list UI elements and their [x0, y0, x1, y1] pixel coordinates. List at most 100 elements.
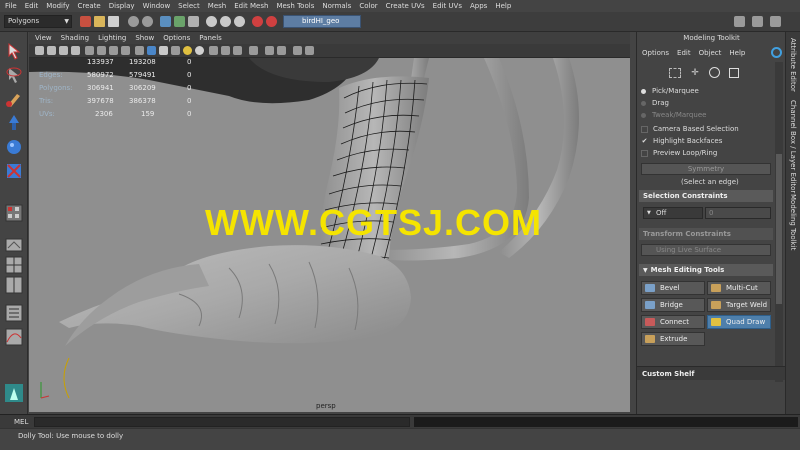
- menu-help[interactable]: Help: [495, 2, 511, 10]
- pick-marquee-option[interactable]: Pick/Marquee: [641, 87, 699, 95]
- xray-icon[interactable]: [265, 46, 274, 55]
- scale-component-icon[interactable]: [729, 68, 739, 78]
- tab-channel-box[interactable]: Channel Box / Layer Editor: [789, 100, 797, 193]
- menu-edit-uvs[interactable]: Edit UVs: [433, 2, 462, 10]
- move-component-icon[interactable]: ✛: [689, 68, 701, 78]
- new-scene-icon[interactable]: [80, 16, 91, 27]
- toolkit-menu-object[interactable]: Object: [699, 49, 722, 57]
- move-tool-icon[interactable]: [5, 114, 23, 132]
- ambient-occlusion-icon[interactable]: [209, 46, 218, 55]
- menu-select[interactable]: Select: [178, 2, 200, 10]
- bridge-tool-button[interactable]: Bridge: [641, 298, 705, 312]
- ipr-render-icon[interactable]: [266, 16, 277, 27]
- snap-point-icon[interactable]: [234, 16, 245, 27]
- toolkit-menu-edit[interactable]: Edit: [677, 49, 691, 57]
- smooth-shade-icon[interactable]: [147, 46, 156, 55]
- color-management-icon[interactable]: [305, 46, 314, 55]
- four-view-icon[interactable]: [5, 256, 23, 274]
- toolkit-scrollbar-thumb[interactable]: [776, 154, 782, 304]
- viewport-menu-options[interactable]: Options: [163, 34, 190, 42]
- tab-modeling-toolkit[interactable]: Modeling Toolkit: [789, 194, 797, 250]
- toggle-panel-icon[interactable]: [752, 16, 763, 27]
- custom-shelf-header[interactable]: Custom Shelf: [637, 366, 786, 380]
- outliner-view-icon[interactable]: [5, 304, 23, 322]
- textured-icon[interactable]: [171, 46, 180, 55]
- menu-edit[interactable]: Edit: [25, 2, 39, 10]
- symmetry-button[interactable]: Symmetry: [641, 163, 771, 175]
- selection-constraint-dropdown[interactable]: ▼ Off: [643, 207, 703, 219]
- mel-command-input[interactable]: [34, 417, 410, 427]
- extrude-tool-button[interactable]: Extrude: [641, 332, 705, 346]
- redo-icon[interactable]: [142, 16, 153, 27]
- multi-cut-tool-button[interactable]: Multi-Cut: [707, 281, 771, 295]
- connect-tool-button[interactable]: Connect: [641, 315, 705, 329]
- menu-mesh[interactable]: Mesh: [208, 2, 226, 10]
- mesh-editing-tools-header[interactable]: ▼ Mesh Editing Tools: [639, 264, 773, 276]
- perspective-viewport[interactable]: 133937 193208 0 Edges: 580972 579491 0 P…: [29, 58, 630, 412]
- select-object-icon[interactable]: [174, 16, 185, 27]
- select-tool-icon[interactable]: [5, 42, 23, 60]
- isolate-select-icon[interactable]: [249, 46, 258, 55]
- select-hierarchy-icon[interactable]: [160, 16, 171, 27]
- scale-tool-icon[interactable]: [5, 162, 23, 180]
- tab-attribute-editor[interactable]: Attribute Editor: [789, 38, 797, 92]
- menu-file[interactable]: File: [5, 2, 17, 10]
- character-icon[interactable]: [5, 384, 23, 402]
- transform-constraints-header[interactable]: Transform Constraints: [639, 228, 773, 240]
- live-surface-button[interactable]: Using Live Surface: [641, 244, 771, 256]
- object-name-field[interactable]: birdHI_geo: [283, 15, 361, 28]
- power-icon[interactable]: [771, 47, 782, 58]
- menu-set-dropdown[interactable]: Polygons ▼: [4, 15, 72, 28]
- mel-label[interactable]: MEL: [14, 415, 28, 429]
- preview-loop-ring-checkbox[interactable]: Preview Loop/Ring: [641, 149, 717, 157]
- select-component-icon[interactable]: [188, 16, 199, 27]
- menu-apps[interactable]: Apps: [470, 2, 487, 10]
- motion-blur-icon[interactable]: [221, 46, 230, 55]
- toolkit-menu-help[interactable]: Help: [729, 49, 745, 57]
- anti-aliasing-icon[interactable]: [233, 46, 242, 55]
- single-view-icon[interactable]: [5, 236, 23, 254]
- film-gate-icon[interactable]: [97, 46, 106, 55]
- viewport-menu-view[interactable]: View: [35, 34, 52, 42]
- menu-create[interactable]: Create: [77, 2, 100, 10]
- camera-select-icon[interactable]: [35, 46, 44, 55]
- two-view-icon[interactable]: [5, 276, 23, 294]
- toolkit-scrollbar[interactable]: [775, 62, 783, 382]
- use-lights-icon[interactable]: [183, 46, 192, 55]
- resolution-gate-icon[interactable]: [109, 46, 118, 55]
- viewport-menu-lighting[interactable]: Lighting: [98, 34, 126, 42]
- menu-modify[interactable]: Modify: [46, 2, 69, 10]
- selection-constraints-header[interactable]: Selection Constraints: [639, 190, 773, 202]
- render-icon[interactable]: [252, 16, 263, 27]
- snap-grid-icon[interactable]: [206, 16, 217, 27]
- save-scene-icon[interactable]: [108, 16, 119, 27]
- rotate-component-icon[interactable]: [709, 67, 720, 78]
- lasso-tool-icon[interactable]: [5, 66, 23, 84]
- image-plane-icon[interactable]: [71, 46, 80, 55]
- grid-layout-icon[interactable]: [5, 204, 23, 222]
- wireframe-on-shaded-icon[interactable]: [159, 46, 168, 55]
- shadows-icon[interactable]: [195, 46, 204, 55]
- viewport-menu-show[interactable]: Show: [135, 34, 154, 42]
- bookmark-icon[interactable]: [59, 46, 68, 55]
- menu-window[interactable]: Window: [143, 2, 171, 10]
- toolkit-menu-options[interactable]: Options: [642, 49, 669, 57]
- menu-edit-mesh[interactable]: Edit Mesh: [234, 2, 268, 10]
- xray-joints-icon[interactable]: [277, 46, 286, 55]
- gate-mask-icon[interactable]: [121, 46, 130, 55]
- drag-option[interactable]: Drag: [641, 99, 669, 107]
- paint-select-tool-icon[interactable]: [5, 90, 23, 108]
- highlight-backfaces-checkbox[interactable]: ✔ Highlight Backfaces: [641, 137, 723, 145]
- snap-curve-icon[interactable]: [220, 16, 231, 27]
- open-scene-icon[interactable]: [94, 16, 105, 27]
- layout-icon[interactable]: [770, 16, 781, 27]
- viewport-menu-panels[interactable]: Panels: [199, 34, 222, 42]
- grid-toggle-icon[interactable]: [85, 46, 94, 55]
- target-weld-tool-button[interactable]: Target Weld: [707, 298, 771, 312]
- menu-color[interactable]: Color: [359, 2, 377, 10]
- bevel-tool-button[interactable]: Bevel: [641, 281, 705, 295]
- marquee-select-icon[interactable]: [669, 68, 681, 78]
- graph-view-icon[interactable]: [5, 328, 23, 346]
- menu-display[interactable]: Display: [109, 2, 135, 10]
- camera-attributes-icon[interactable]: [47, 46, 56, 55]
